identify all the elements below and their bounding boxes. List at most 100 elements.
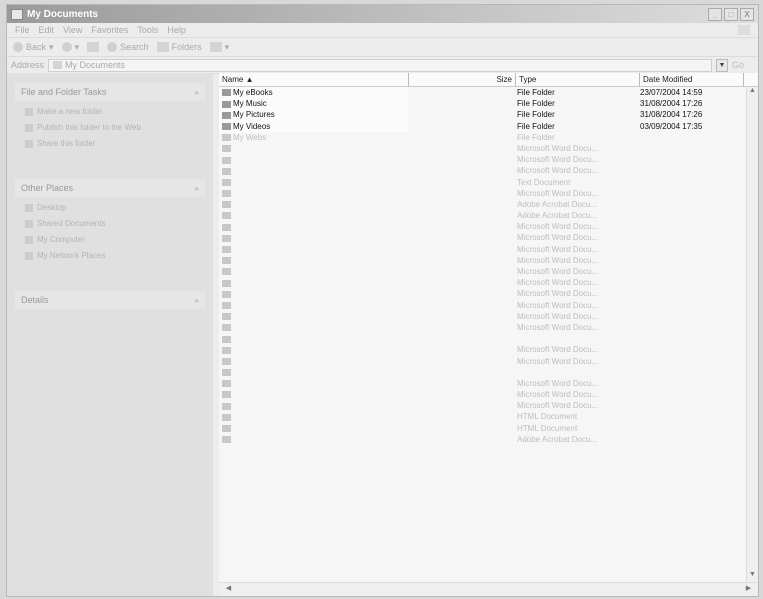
file-row[interactable]: Adobe Acrobat Docu... (219, 434, 746, 445)
file-row[interactable]: Microsoft Word Docu... (219, 322, 746, 333)
details: Details » (15, 291, 205, 309)
file-row[interactable] (219, 367, 746, 378)
file-row[interactable]: Microsoft Word Docu... (219, 244, 746, 255)
horizontal-scrollbar[interactable]: ◀ ▶ (219, 582, 758, 596)
file-row[interactable]: Microsoft Word Docu... (219, 266, 746, 277)
file-type-cell: File Folder (514, 132, 637, 143)
file-type-cell: Microsoft Word Docu... (514, 165, 637, 176)
task-make-new-folder[interactable]: Make a new folder (25, 107, 199, 117)
file-date-cell (637, 177, 740, 188)
file-row[interactable]: Microsoft Word Docu... (219, 232, 746, 243)
file-name-cell: My Music (219, 98, 408, 110)
file-folder-tasks-header[interactable]: File and Folder Tasks » (15, 83, 205, 101)
file-row[interactable]: Microsoft Word Docu... (219, 400, 746, 411)
folder-icon (222, 89, 231, 97)
file-row[interactable]: Text Document (219, 177, 746, 188)
file-size-cell (408, 423, 514, 434)
file-row[interactable]: Microsoft Word Docu... (219, 311, 746, 322)
column-name[interactable]: Name ▲ (219, 73, 409, 86)
scroll-left-icon[interactable]: ◀ (223, 584, 234, 595)
file-row[interactable]: Adobe Acrobat Docu... (219, 199, 746, 210)
file-row[interactable] (219, 333, 746, 344)
file-row[interactable]: Microsoft Word Docu... (219, 255, 746, 266)
file-row[interactable]: Microsoft Word Docu... (219, 143, 746, 154)
menu-file[interactable]: File (15, 25, 30, 35)
file-row[interactable]: Microsoft Word Docu... (219, 288, 746, 299)
file-type-cell (514, 367, 637, 378)
forward-button[interactable]: ▾ (61, 42, 79, 53)
task-share-folder[interactable]: Share this folder (25, 139, 199, 149)
file-row[interactable]: My Videos File Folder 03/09/2004 17:35 (219, 120, 746, 132)
title-bar[interactable]: My Documents _ □ X (7, 5, 758, 23)
file-row[interactable]: Microsoft Word Docu... (219, 378, 746, 389)
file-type-cell: Microsoft Word Docu... (514, 378, 637, 389)
file-date-cell (637, 411, 740, 422)
address-input[interactable]: My Documents (48, 58, 712, 72)
file-row[interactable]: HTML Document (219, 411, 746, 422)
menu-view[interactable]: View (63, 25, 82, 35)
file-type-cell: Microsoft Word Docu... (514, 277, 637, 288)
file-row[interactable]: HTML Document (219, 423, 746, 434)
search-button[interactable]: Search (107, 42, 149, 52)
file-row[interactable]: My Music File Folder 31/08/2004 17:26 (219, 98, 746, 110)
file-type: File Folder (517, 110, 555, 120)
maximize-button[interactable]: □ (724, 7, 738, 21)
scroll-right-icon[interactable]: ▶ (743, 584, 754, 595)
back-button[interactable]: Back ▾ (13, 42, 54, 53)
publish-web-icon (25, 124, 33, 132)
file-row[interactable]: My Webs File Folder (219, 132, 746, 143)
address-dropdown[interactable]: ▼ (716, 58, 728, 72)
scroll-up-icon[interactable]: ▲ (747, 87, 758, 98)
menu-tools[interactable]: Tools (137, 25, 158, 35)
place-shared-documents[interactable]: Shared Documents (25, 219, 199, 229)
place-desktop[interactable]: Desktop (25, 203, 199, 213)
vertical-scrollbar[interactable]: ▲ ▼ (746, 87, 758, 582)
file-row[interactable]: Microsoft Word Docu... (219, 300, 746, 311)
other-places-header[interactable]: Other Places » (15, 179, 205, 197)
file-type-cell: Microsoft Word Docu... (514, 322, 637, 333)
file-date-cell (637, 244, 740, 255)
file-row[interactable]: Microsoft Word Docu... (219, 188, 746, 199)
views-button[interactable]: ▾ (209, 42, 229, 53)
file-row[interactable]: Microsoft Word Docu... (219, 154, 746, 165)
file-row[interactable]: Adobe Acrobat Docu... (219, 210, 746, 221)
address-label: Address (11, 60, 45, 70)
file-type: Microsoft Word Docu... (517, 401, 599, 411)
file-row[interactable]: My Pictures File Folder 31/08/2004 17:26 (219, 109, 746, 121)
column-type[interactable]: Type (516, 73, 640, 86)
folder-icon (53, 61, 63, 69)
minimize-button[interactable]: _ (708, 7, 722, 21)
go-button[interactable]: Go (732, 60, 758, 70)
file-row[interactable]: Microsoft Word Docu... (219, 221, 746, 232)
file-row[interactable]: Microsoft Word Docu... (219, 389, 746, 400)
up-button[interactable] (87, 42, 100, 52)
file-row[interactable]: Microsoft Word Docu... (219, 356, 746, 367)
close-button[interactable]: X (740, 7, 754, 21)
folders-button[interactable]: Folders (156, 42, 202, 52)
file-name-cell (219, 311, 408, 322)
file-date-cell: 31/08/2004 17:26 (637, 98, 740, 109)
column-name-label: Name (222, 75, 244, 84)
file-row[interactable]: Microsoft Word Docu... (219, 165, 746, 176)
file-date: 31/08/2004 17:26 (640, 99, 703, 109)
file-row[interactable]: My eBooks File Folder 23/07/2004 14:59 (219, 87, 746, 99)
file-row[interactable]: Microsoft Word Docu... (219, 277, 746, 288)
menu-favorites[interactable]: Favorites (91, 25, 128, 35)
file-type: Microsoft Word Docu... (517, 143, 599, 153)
menu-edit[interactable]: Edit (39, 25, 55, 35)
file-row[interactable]: Microsoft Word Docu... (219, 344, 746, 355)
menu-help[interactable]: Help (167, 25, 186, 35)
task-publish-folder[interactable]: Publish this folder to the Web (25, 123, 199, 133)
file-name-cell: My Pictures (219, 109, 408, 121)
column-size[interactable]: Size (409, 73, 516, 86)
column-date-modified[interactable]: Date Modified (640, 73, 744, 86)
scroll-down-icon[interactable]: ▼ (747, 571, 758, 582)
place-my-network-places[interactable]: My Network Places (25, 251, 199, 261)
back-arrow-icon (13, 42, 23, 52)
file-icon (222, 335, 231, 343)
place-label: Shared Documents (37, 219, 106, 228)
details-header[interactable]: Details » (15, 291, 205, 309)
place-my-computer[interactable]: My Computer (25, 235, 199, 245)
file-type-cell: Microsoft Word Docu... (514, 255, 637, 266)
file-size-cell (408, 121, 514, 132)
